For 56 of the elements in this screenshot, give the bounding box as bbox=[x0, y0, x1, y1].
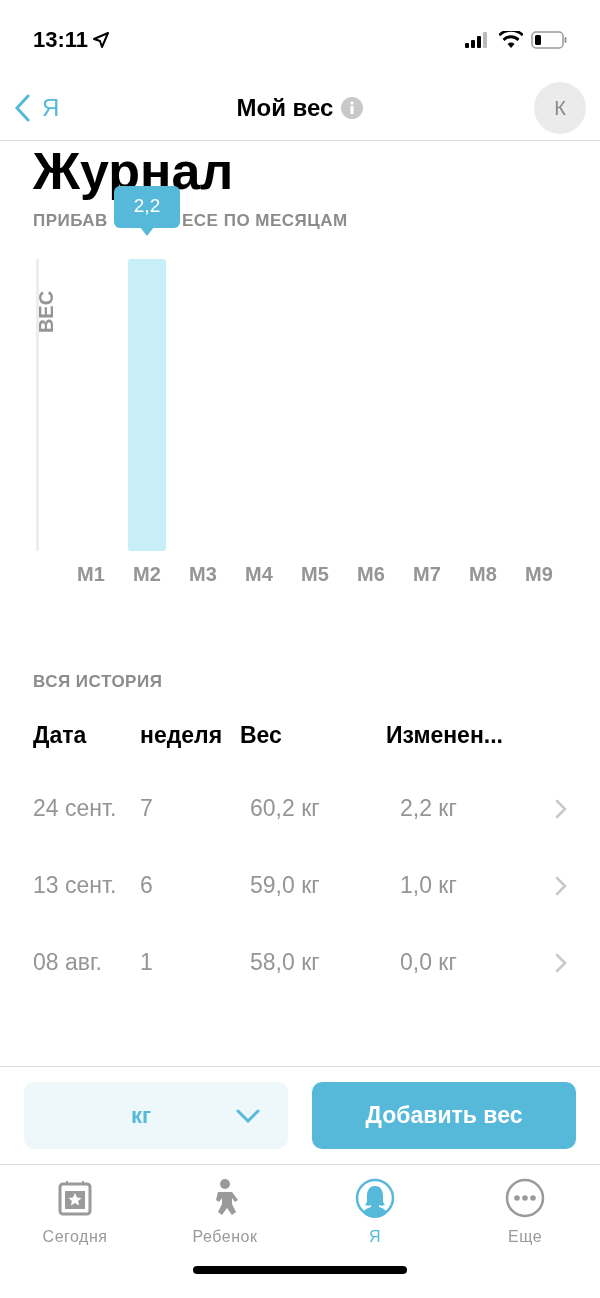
axis-tick-label: M6 bbox=[357, 561, 385, 587]
tab[interactable]: Ребенок bbox=[150, 1177, 300, 1266]
info-icon[interactable] bbox=[341, 96, 364, 119]
axis-tick-label: M2 bbox=[133, 561, 161, 587]
column-header: Изменен... bbox=[386, 720, 504, 750]
history-row[interactable]: 24 сент. 7 60,2 кг 2,2 кг bbox=[33, 770, 567, 847]
table-cell-text: 08 авг. bbox=[33, 948, 103, 978]
axis-tick-label: M7 bbox=[413, 561, 441, 587]
status-time: 13:11 bbox=[33, 26, 89, 54]
tab[interactable]: Еще bbox=[450, 1177, 600, 1266]
chart-bar[interactable] bbox=[128, 258, 166, 551]
table-cell-text: 58,0 кг bbox=[250, 948, 321, 978]
table-cell-text: 24 сент. bbox=[33, 794, 118, 824]
axis-tick-label: M5 bbox=[301, 561, 329, 587]
nav-title: Мой вес bbox=[236, 92, 334, 123]
calendar-icon bbox=[58, 1180, 92, 1216]
history-row[interactable]: 08 авг. 1 58,0 кг 0,0 кг bbox=[33, 924, 567, 1001]
add-weight-button[interactable]: Добавить вес bbox=[312, 1082, 576, 1149]
column-header: Дата bbox=[33, 720, 88, 750]
tab[interactable]: Я bbox=[300, 1177, 450, 1266]
table-cell-text: 59,0 кг bbox=[250, 871, 321, 901]
column-header: Вес bbox=[240, 720, 283, 750]
axis-tick-label: M1 bbox=[77, 561, 105, 587]
section-heading: ВСЯ ИСТОРИЯ bbox=[33, 670, 164, 693]
axis-label: ВЕС bbox=[34, 290, 59, 333]
table-cell-text: 13 сент. bbox=[33, 871, 118, 901]
more-icon bbox=[505, 1178, 545, 1218]
table-cell-text: 1,0 кг bbox=[400, 871, 458, 901]
battery-icon bbox=[531, 30, 567, 49]
person-icon bbox=[355, 1178, 395, 1218]
table-cell-text: 1 bbox=[140, 948, 154, 978]
axis-tick-label: M9 bbox=[525, 561, 553, 587]
avatar[interactable]: К bbox=[534, 81, 586, 134]
table-cell-text: 6 bbox=[140, 871, 154, 901]
chevron-right-icon bbox=[555, 798, 567, 819]
wifi-icon bbox=[499, 31, 523, 48]
table-cell-text: 60,2 кг bbox=[250, 794, 321, 824]
back-chevron-icon bbox=[14, 93, 30, 122]
table-cell-text: 0,0 кг bbox=[400, 948, 458, 978]
table-cell-text: 2,2 кг bbox=[400, 794, 458, 824]
axis-tick-label: M3 bbox=[189, 561, 217, 587]
column-header: неделя bbox=[140, 720, 224, 750]
chart-subtitle: ПРИБАВ bbox=[33, 210, 109, 232]
chevron-right-icon bbox=[555, 875, 567, 896]
axis-tick-label: M8 bbox=[469, 561, 497, 587]
table-cell-text: 7 bbox=[140, 794, 154, 824]
chart-subtitle: ЕСЕ ПО МЕСЯЦАМ bbox=[182, 210, 348, 232]
chevron-right-icon bbox=[555, 952, 567, 973]
location-arrow-icon bbox=[92, 30, 111, 49]
tooltip-pointer-icon bbox=[140, 226, 154, 236]
axis-tick-label: M4 bbox=[245, 561, 273, 587]
chevron-down-icon bbox=[236, 1108, 260, 1123]
tab[interactable]: Сегодня bbox=[0, 1177, 150, 1266]
history-row[interactable]: 13 сент. 6 59,0 кг 1,0 кг bbox=[33, 847, 567, 924]
back-button[interactable]: Я bbox=[14, 89, 134, 126]
unit-dropdown[interactable]: кг bbox=[24, 1082, 288, 1149]
